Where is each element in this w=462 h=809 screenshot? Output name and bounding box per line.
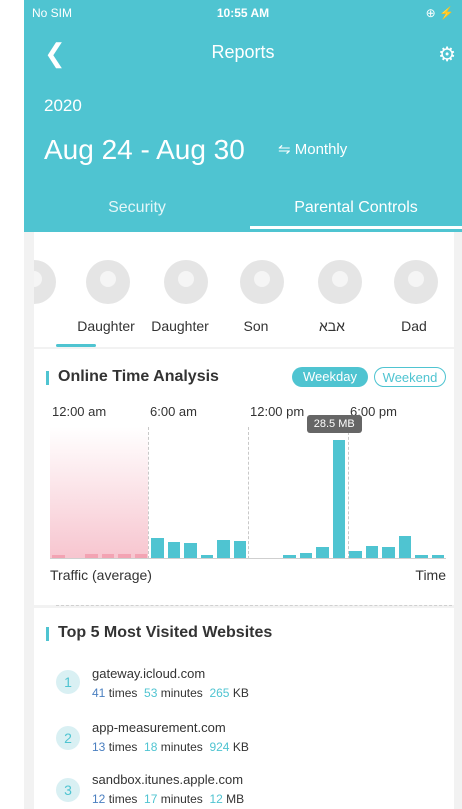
traffic-chart[interactable]: 28.5 MB bbox=[50, 415, 446, 559]
traffic-bar[interactable] bbox=[283, 555, 296, 558]
divider bbox=[56, 605, 452, 606]
visit-count: 13 bbox=[92, 740, 106, 754]
date-range[interactable]: Aug 24 - Aug 30 bbox=[44, 134, 245, 166]
data-size: 12 bbox=[209, 792, 223, 806]
gear-icon[interactable]: ⚙ bbox=[438, 42, 456, 67]
top-sites-title: Top 5 Most Visited Websites bbox=[58, 624, 273, 641]
gridline bbox=[348, 427, 349, 559]
size-unit: KB bbox=[232, 686, 249, 700]
avatar[interactable] bbox=[318, 260, 362, 304]
minutes-count: 18 bbox=[144, 740, 158, 754]
rank-badge: 1 bbox=[56, 670, 80, 694]
online-time-card: Online Time Analysis Weekday Weekend 12:… bbox=[34, 349, 454, 606]
traffic-bar[interactable] bbox=[382, 547, 395, 558]
traffic-bar[interactable] bbox=[299, 552, 312, 558]
gridline bbox=[148, 427, 149, 559]
time-tick-label: 12:00 pm bbox=[250, 404, 305, 419]
year-label: 2020 bbox=[44, 96, 82, 115]
visit-count: 41 bbox=[92, 686, 106, 700]
visit-unit: times bbox=[108, 792, 138, 806]
header: No SIM 10:55 AM ⊕ ⚡ ❮ Reports ⚙ 2020 Aug… bbox=[24, 0, 462, 232]
y-axis-label: Traffic (average) bbox=[50, 567, 152, 583]
status-bar: No SIM 10:55 AM ⊕ ⚡ bbox=[32, 6, 454, 22]
member-name[interactable]: אבא bbox=[292, 318, 372, 334]
night-shade bbox=[50, 427, 148, 559]
avatar[interactable] bbox=[394, 260, 438, 304]
site-domain[interactable]: gateway.icloud.com bbox=[92, 666, 205, 681]
weekend-toggle[interactable]: Weekend bbox=[374, 367, 446, 387]
site-domain[interactable]: app-measurement.com bbox=[92, 720, 226, 735]
visit-count: 12 bbox=[92, 792, 106, 806]
traffic-bar[interactable] bbox=[233, 540, 246, 558]
size-unit: KB bbox=[232, 740, 249, 754]
x-axis-label: Time bbox=[415, 567, 446, 583]
avatar[interactable] bbox=[34, 260, 56, 304]
nav-bar: ❮ Reports ⚙ bbox=[24, 38, 462, 68]
page-title: Reports bbox=[211, 42, 275, 62]
traffic-bar[interactable] bbox=[316, 547, 329, 558]
traffic-bar[interactable] bbox=[118, 554, 131, 558]
visit-unit: times bbox=[108, 740, 138, 754]
period-toggle[interactable]: ⇋ Monthly bbox=[278, 140, 347, 158]
app-frame: No SIM 10:55 AM ⊕ ⚡ ❮ Reports ⚙ 2020 Aug… bbox=[24, 0, 462, 809]
traffic-bar[interactable] bbox=[365, 546, 378, 558]
visit-unit: times bbox=[108, 686, 138, 700]
section-marker bbox=[46, 371, 49, 385]
rank-badge: 2 bbox=[56, 726, 80, 750]
traffic-bar[interactable] bbox=[134, 554, 147, 558]
x-axis bbox=[50, 558, 446, 559]
online-time-title: Online Time Analysis bbox=[58, 368, 219, 385]
rank-badge: 3 bbox=[56, 778, 80, 802]
size-unit: MB bbox=[226, 792, 245, 806]
active-tab-indicator bbox=[250, 226, 462, 229]
time-tick-label: 12:00 am bbox=[52, 404, 107, 419]
data-size: 924 bbox=[209, 740, 230, 754]
traffic-bar[interactable] bbox=[52, 555, 65, 558]
time-tick-label: 6:00 am bbox=[150, 404, 197, 419]
minutes-unit: minutes bbox=[160, 792, 203, 806]
traffic-bar[interactable] bbox=[200, 555, 213, 558]
site-domain[interactable]: sandbox.itunes.apple.com bbox=[92, 772, 243, 787]
traffic-bar[interactable] bbox=[85, 554, 98, 558]
avatar[interactable] bbox=[86, 260, 130, 304]
traffic-bar[interactable] bbox=[415, 555, 428, 558]
member-name[interactable]: Daughter bbox=[140, 318, 220, 334]
avatar[interactable] bbox=[240, 260, 284, 304]
weekday-toggle[interactable]: Weekday bbox=[292, 367, 368, 387]
clock: 10:55 AM bbox=[216, 6, 270, 20]
selected-member-indicator bbox=[56, 344, 96, 347]
top-sites-card: Top 5 Most Visited Websites 1 gateway.ic… bbox=[34, 608, 454, 809]
traffic-bar[interactable] bbox=[151, 538, 164, 558]
traffic-bar[interactable] bbox=[398, 535, 411, 558]
member-name[interactable]: Dad bbox=[374, 318, 454, 334]
tab-security[interactable]: Security bbox=[24, 196, 250, 232]
traffic-bar[interactable] bbox=[184, 543, 197, 558]
data-size: 265 bbox=[209, 686, 230, 700]
traffic-bar[interactable] bbox=[101, 554, 114, 558]
member-name[interactable]: Daughter bbox=[66, 318, 146, 334]
site-stats: 12 times 17 minutes 12 MB bbox=[92, 792, 244, 806]
battery-icon: ⊕ ⚡ bbox=[425, 6, 454, 20]
minutes-count: 53 bbox=[144, 686, 158, 700]
traffic-bar[interactable] bbox=[349, 550, 362, 558]
site-stats: 13 times 18 minutes 924 KB bbox=[92, 740, 249, 754]
traffic-bar[interactable] bbox=[431, 555, 444, 558]
member-name[interactable]: Son bbox=[216, 318, 296, 334]
section-marker bbox=[46, 627, 49, 641]
report-tabs: Security Parental Controls bbox=[24, 196, 462, 232]
traffic-bar[interactable] bbox=[332, 440, 345, 558]
traffic-bar[interactable] bbox=[167, 542, 180, 558]
minutes-count: 17 bbox=[144, 792, 158, 806]
gridline bbox=[248, 427, 249, 559]
avatar[interactable] bbox=[164, 260, 208, 304]
minutes-unit: minutes bbox=[160, 740, 203, 754]
minutes-unit: minutes bbox=[160, 686, 203, 700]
member-selector: Daughter Daughter Son אבא Dad bbox=[34, 232, 454, 347]
value-tooltip: 28.5 MB bbox=[306, 415, 362, 434]
site-stats: 41 times 53 minutes 265 KB bbox=[92, 686, 249, 700]
traffic-bar[interactable] bbox=[217, 539, 230, 558]
